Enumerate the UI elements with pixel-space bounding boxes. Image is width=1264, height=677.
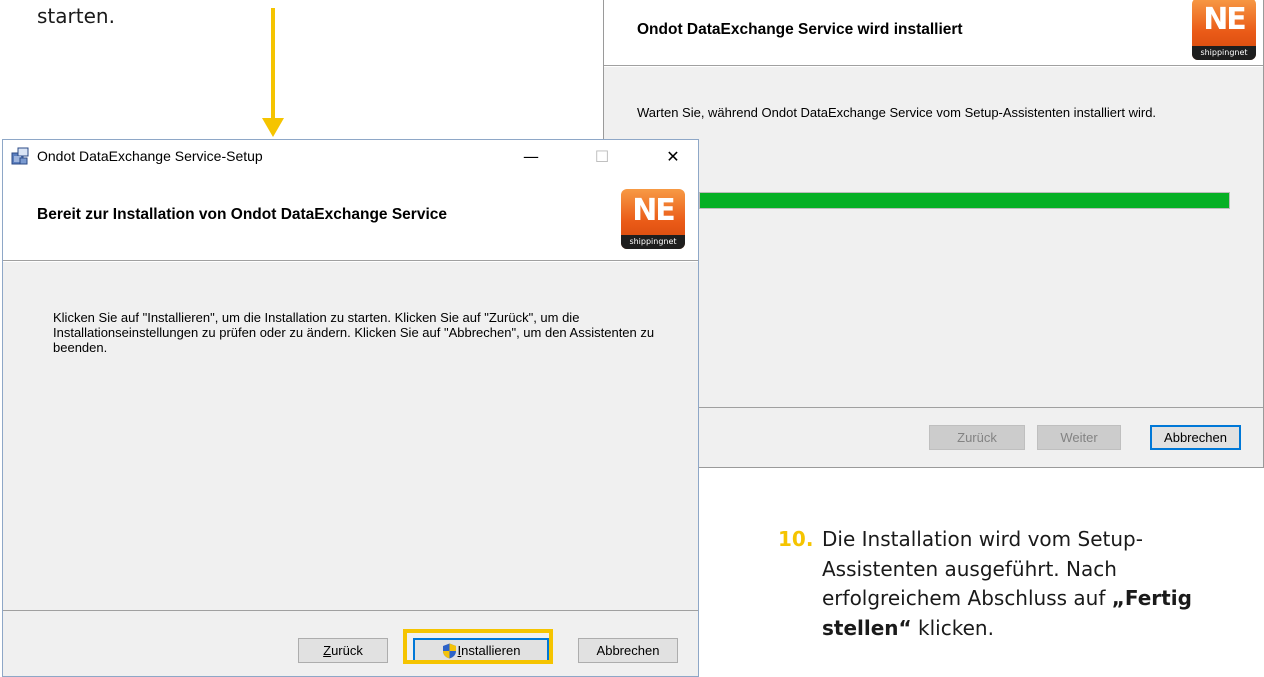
minimize-button[interactable]: — <box>508 140 554 172</box>
installing-header: Ondot DataExchange Service wird installi… <box>604 0 1263 66</box>
step-text: Die Installation wird vom Setup-Assisten… <box>822 525 1242 643</box>
install-progress-bar <box>699 192 1230 209</box>
close-button[interactable]: ✕ <box>650 140 696 172</box>
install-highlight-frame <box>403 629 553 664</box>
installing-content: Warten Sie, während Ondot DataExchange S… <box>604 67 1263 407</box>
setup-content: Klicken Sie auf "Installieren", um die I… <box>3 262 698 611</box>
setup-header-title: Bereit zur Installation von Ondot DataEx… <box>37 206 447 223</box>
shippingnet-logo: NE shippingnet <box>1192 0 1256 60</box>
setup-titlebar: Ondot DataExchange Service-Setup — ☐ ✕ <box>3 140 698 172</box>
setup-window: Ondot DataExchange Service-Setup — ☐ ✕ B… <box>2 139 699 677</box>
installing-footer: Zurück Weiter Abbrechen <box>604 407 1263 467</box>
installer-icon <box>11 147 29 165</box>
installing-header-title: Ondot DataExchange Service wird installi… <box>637 21 963 38</box>
logo-mark: NE <box>632 193 676 228</box>
back-button[interactable]: Zurück <box>298 638 388 663</box>
cancel-button[interactable]: Abbrechen <box>578 638 678 663</box>
doc-top-text: starten. <box>37 4 115 28</box>
cancel-button[interactable]: Abbrechen <box>1150 425 1241 450</box>
step-text-part1: Die Installation wird vom Setup-Assisten… <box>822 527 1143 610</box>
back-button[interactable]: Zurück <box>929 425 1025 450</box>
step-number: 10. <box>778 527 814 551</box>
maximize-button[interactable]: ☐ <box>579 140 625 172</box>
logo-foot: shippingnet <box>621 235 685 249</box>
arrow-down-icon <box>262 8 284 137</box>
back-label: urück <box>331 643 363 658</box>
next-button[interactable]: Weiter <box>1037 425 1121 450</box>
shippingnet-logo: NE shippingnet <box>621 189 685 249</box>
logo-foot: shippingnet <box>1192 46 1256 60</box>
installing-window: Ondot DataExchange Service wird installi… <box>603 0 1264 468</box>
step-text-part2: klicken. <box>911 615 994 640</box>
setup-header: Bereit zur Installation von Ondot DataEx… <box>3 172 698 261</box>
logo-mark: NE <box>1203 2 1247 37</box>
window-title: Ondot DataExchange Service-Setup <box>37 148 263 164</box>
setup-message: Klicken Sie auf "Installieren", um die I… <box>53 310 655 355</box>
installing-message: Warten Sie, während Ondot DataExchange S… <box>637 105 1157 120</box>
back-mnemonic: Z <box>323 643 332 658</box>
install-progress-fill <box>700 193 1229 208</box>
setup-footer: Zurück Installieren Abbrechen <box>3 610 698 676</box>
